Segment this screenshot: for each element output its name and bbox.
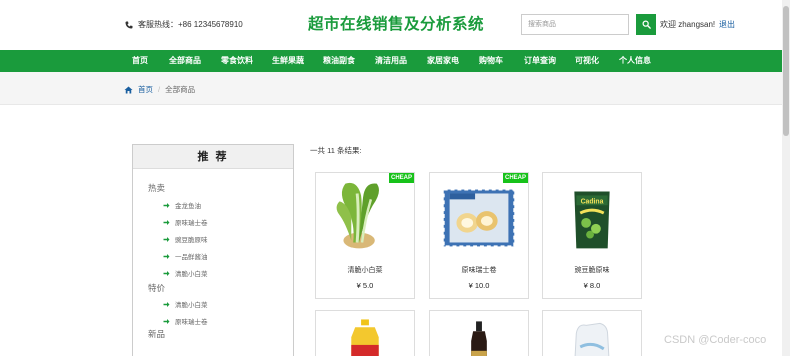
nav-item-orders[interactable]: 订单查询 xyxy=(524,50,556,72)
category-special: 特价 xyxy=(148,283,166,293)
phone-icon xyxy=(125,21,133,28)
site-title: 超市在线销售及分析系统 xyxy=(308,16,485,33)
page-scrollbar[interactable] xyxy=(782,0,790,356)
breadcrumb-home-link[interactable]: 首页 xyxy=(138,84,153,95)
sidebar-link-label: 一品鲜酱油 xyxy=(175,254,208,261)
nav-item-cleaning[interactable]: 清洁用品 xyxy=(375,50,407,72)
sidebar-link[interactable]: 清脆小白菜 xyxy=(163,268,208,278)
product-card[interactable] xyxy=(429,310,529,356)
breadcrumb: 首页 / 全部商品 xyxy=(124,84,195,95)
arrow-right-icon xyxy=(163,270,170,276)
sidebar-link-label: 原味瑞士卷 xyxy=(175,220,208,227)
header: 客服热线：+86 12345678910 超市在线销售及分析系统 欢迎 zhan… xyxy=(0,0,782,50)
recommend-sidebar: 推 荐 热卖 金龙鱼油 原味瑞士卷 豌豆脆原味 一品鲜酱油 清脆小白菜 特价 清… xyxy=(132,144,294,356)
nav-item-cart[interactable]: 购物车 xyxy=(479,50,503,72)
product-card[interactable]: Cadina 豌豆脆原味 ¥ 8.0 xyxy=(542,172,642,299)
arrow-right-icon xyxy=(163,318,170,324)
sidebar-link-label: 清脆小白菜 xyxy=(175,302,208,309)
cheap-badge: CHEAP xyxy=(388,173,414,183)
sidebar-link-label: 豌豆脆原味 xyxy=(175,237,208,244)
search-bar xyxy=(521,14,656,35)
svg-text:Cadina: Cadina xyxy=(581,198,604,205)
search-button[interactable] xyxy=(636,14,656,35)
arrow-right-icon xyxy=(163,253,170,259)
category-new: 新品 xyxy=(148,329,166,339)
product-name: 原味瑞士卷 xyxy=(461,267,497,274)
nav-item-home-appliance[interactable]: 家居家电 xyxy=(427,50,459,72)
customer-hotline: 客服热线：+86 12345678910 xyxy=(125,19,243,30)
soy-sauce-image xyxy=(471,321,487,356)
arrow-right-icon xyxy=(163,236,170,242)
breadcrumb-separator: / xyxy=(158,85,161,94)
nav-item-fresh[interactable]: 生鲜果蔬 xyxy=(272,50,304,72)
cooking-oil-image xyxy=(351,319,379,356)
breadcrumb-current: 全部商品 xyxy=(165,85,196,94)
product-card[interactable]: CHEAP 原味瑞士卷 ¥ 10.0 xyxy=(429,172,529,299)
sidebar-link[interactable]: 原味瑞士卷 xyxy=(163,217,208,227)
product-card[interactable] xyxy=(315,310,415,356)
product-name: 豌豆脆原味 xyxy=(574,267,610,274)
watermark: CSDN @Coder-coco xyxy=(664,334,767,346)
sidebar-link[interactable]: 金龙鱼油 xyxy=(163,200,201,210)
sidebar-link[interactable]: 原味瑞士卷 xyxy=(163,316,208,326)
nav-item-profile[interactable]: 个人信息 xyxy=(619,50,651,72)
result-count: 一共 11 条结果: xyxy=(310,146,362,155)
nav-item-home[interactable]: 首页 xyxy=(132,50,148,72)
home-icon xyxy=(124,86,133,93)
arrow-right-icon xyxy=(163,301,170,307)
product-bag-image xyxy=(574,322,610,356)
product-card[interactable] xyxy=(542,310,642,356)
sidebar-link-label: 金龙鱼油 xyxy=(175,203,201,210)
nav-item-all-products[interactable]: 全部商品 xyxy=(169,50,201,72)
sidebar-link[interactable]: 一品鲜酱油 xyxy=(163,251,208,261)
search-icon xyxy=(642,20,651,29)
bok-choy-image xyxy=(336,182,379,249)
welcome-text: 欢迎 zhangsan! xyxy=(660,20,716,29)
sidebar-title: 推 荐 xyxy=(133,145,293,169)
arrow-right-icon xyxy=(163,219,170,225)
pea-snack-image: Cadina xyxy=(574,191,610,249)
arrow-right-icon xyxy=(163,202,170,208)
logout-link[interactable]: 退出 xyxy=(719,19,735,30)
nav-item-snacks[interactable]: 零食饮料 xyxy=(221,50,253,72)
product-price: ¥ 5.0 xyxy=(356,281,374,290)
scrollbar-thumb[interactable] xyxy=(783,6,789,136)
product-card[interactable]: CHEAP 清脆小白菜 ¥ 5.0 xyxy=(315,172,415,299)
cheap-badge: CHEAP xyxy=(502,173,528,183)
sidebar-link-label: 原味瑞士卷 xyxy=(175,319,208,326)
search-input[interactable] xyxy=(521,14,629,35)
nav-item-grain-oil[interactable]: 粮油副食 xyxy=(323,50,355,72)
category-hot: 热卖 xyxy=(148,183,166,193)
sidebar-link-label: 清脆小白菜 xyxy=(175,271,208,278)
nav-item-visualization[interactable]: 可视化 xyxy=(575,50,599,72)
product-price: ¥ 8.0 xyxy=(583,281,601,290)
product-price: ¥ 10.0 xyxy=(468,281,490,290)
swiss-roll-image xyxy=(442,188,516,248)
hotline-text: 客服热线：+86 12345678910 xyxy=(138,20,243,29)
product-name: 清脆小白菜 xyxy=(347,267,383,274)
sidebar-link[interactable]: 清脆小白菜 xyxy=(163,299,208,309)
page: 客服热线：+86 12345678910 超市在线销售及分析系统 欢迎 zhan… xyxy=(0,0,790,356)
sidebar-link[interactable]: 豌豆脆原味 xyxy=(163,234,208,244)
breadcrumb-bar: 首页 / 全部商品 xyxy=(0,72,782,105)
main-nav: 首页 全部商品 零食饮料 生鲜果蔬 粮油副食 清洁用品 家居家电 购物车 订单查… xyxy=(0,50,782,72)
